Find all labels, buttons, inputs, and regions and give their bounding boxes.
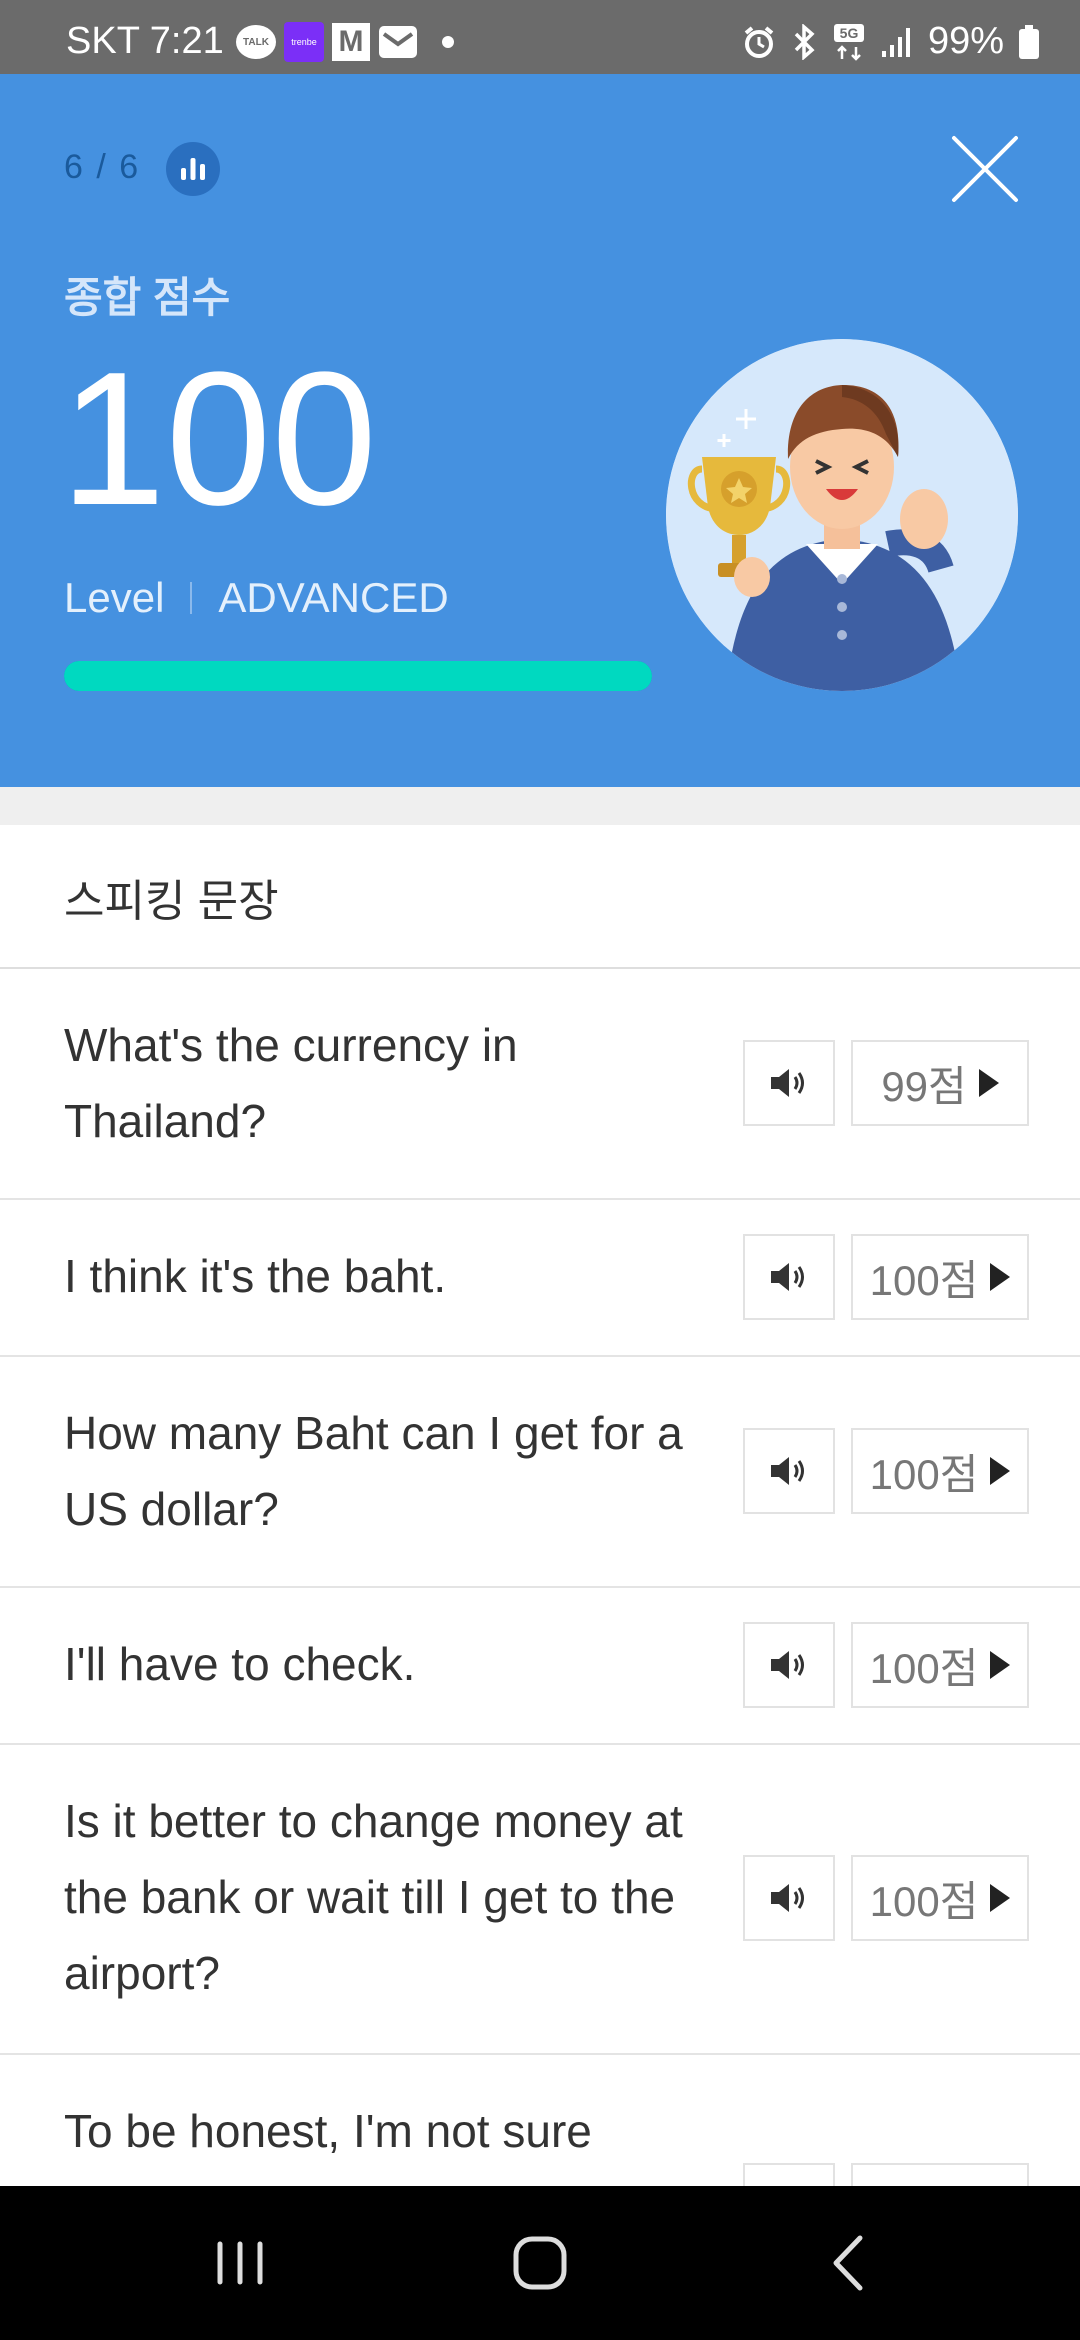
- score-text: 100점: [869, 1877, 979, 1925]
- level-value: ADVANCED: [218, 574, 449, 621]
- total-score-label: 종합 점수: [64, 274, 231, 321]
- sentence-text: I think it's the baht.: [64, 1250, 447, 1302]
- recording-score-button[interactable]: 100점: [851, 1234, 1029, 1320]
- 5g-icon: 5G: [833, 23, 864, 61]
- level-row: Level ADVANCED: [64, 574, 449, 622]
- speaker-icon: [771, 1457, 804, 1485]
- recording-score-button[interactable]: 100점: [851, 1428, 1029, 1514]
- bar-chart-icon: [181, 158, 205, 180]
- recent-apps-button[interactable]: [200, 2226, 280, 2300]
- carrier-time: SKT 7:21: [66, 20, 224, 62]
- level-label: Level: [64, 574, 165, 621]
- sentence-text: What's the currency in Thailand?: [64, 1019, 518, 1147]
- mail-icon: [378, 22, 418, 62]
- sentence-text: I'll have to check.: [64, 1638, 416, 1690]
- section-divider: [0, 787, 1080, 825]
- recording-score-button[interactable]: 100점: [851, 1622, 1029, 1708]
- sentence-text: Is it better to change money at the bank…: [64, 1795, 683, 1999]
- speaker-icon: [771, 1651, 804, 1679]
- signal-icon: [881, 27, 910, 57]
- kakaotalk-icon: TALK: [236, 22, 276, 62]
- bluetooth-icon: [794, 23, 815, 60]
- home-icon: [513, 2236, 567, 2290]
- play-audio-button[interactable]: [743, 1855, 835, 1941]
- alarm-icon: [744, 25, 774, 58]
- score-progress-bar: [64, 661, 652, 691]
- total-score-value: 100: [60, 333, 378, 545]
- score-progress-fill: [64, 661, 652, 691]
- score-panel: 6 / 6 종합 점수 100 Level ADVANCED: [0, 74, 1080, 787]
- trophy-character-illustration: [666, 339, 1018, 691]
- home-button[interactable]: [500, 2226, 580, 2300]
- sentence-text: To be honest, I'm not sure: [64, 2105, 592, 2157]
- recent-apps-icon: [217, 2241, 263, 2285]
- recording-score-button[interactable]: 99점: [851, 1040, 1029, 1126]
- question-progress: 6 / 6: [64, 148, 141, 186]
- sentence-row: What's the currency in Thailand? 99점: [0, 969, 1080, 1200]
- section-title: 스피킹 문장: [64, 877, 279, 926]
- level-separator: [190, 582, 193, 614]
- speaker-icon: [771, 1263, 804, 1291]
- status-icons: 5G 99%: [742, 20, 1040, 63]
- back-button[interactable]: [808, 2226, 888, 2300]
- score-text: 100점: [869, 1256, 979, 1304]
- close-icon: [952, 136, 1018, 202]
- trenbe-icon: trenbe: [284, 22, 324, 62]
- sentence-row: Is it better to change money at the bank…: [0, 1745, 1080, 2055]
- play-arrow-icon: [990, 1457, 1011, 1485]
- more-notifications-dot: [442, 22, 454, 62]
- stats-button[interactable]: [166, 142, 220, 196]
- sentence-row: How many Baht can I get for a US dollar?…: [0, 1357, 1080, 1588]
- sentence-text: How many Baht can I get for a US dollar?: [64, 1407, 683, 1535]
- gmail-icon: M: [332, 22, 370, 62]
- speaking-sentences-header: 스피킹 문장: [0, 825, 1080, 969]
- sentence-row: I think it's the baht. 100점: [0, 1200, 1080, 1357]
- play-arrow-icon: [990, 1651, 1011, 1679]
- speaker-icon: [771, 1884, 804, 1912]
- battery-icon: [1019, 24, 1039, 59]
- svg-text:5G: 5G: [840, 25, 859, 41]
- system-navigation-bar: [0, 2186, 1080, 2340]
- play-arrow-icon: [978, 1069, 999, 1097]
- play-audio-button[interactable]: [743, 1622, 835, 1708]
- score-text: 100점: [869, 1450, 979, 1498]
- back-icon: [833, 2235, 863, 2291]
- play-audio-button[interactable]: [743, 1428, 835, 1514]
- play-audio-button[interactable]: [743, 1234, 835, 1320]
- status-bar: SKT 7:21 TALK trenbe M 5G 99%: [0, 0, 1080, 74]
- speaker-icon: [771, 1069, 804, 1097]
- play-audio-button[interactable]: [743, 1040, 835, 1126]
- recording-score-button[interactable]: 100점: [851, 1855, 1029, 1941]
- play-arrow-icon: [990, 1884, 1011, 1912]
- score-text: 100점: [869, 1644, 979, 1692]
- battery-percent: 99%: [927, 20, 1004, 62]
- play-arrow-icon: [990, 1263, 1011, 1291]
- sentence-row: I'll have to check. 100점: [0, 1588, 1080, 1745]
- close-button[interactable]: [950, 134, 1020, 204]
- score-text: 99점: [881, 1062, 967, 1110]
